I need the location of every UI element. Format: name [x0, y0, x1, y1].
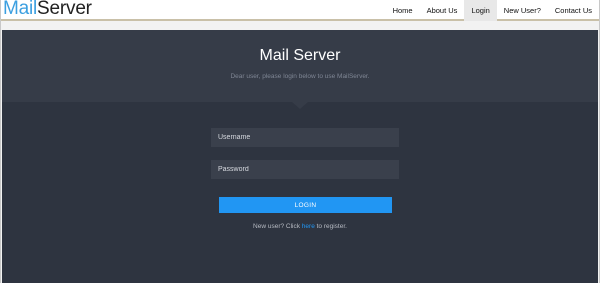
brand-server: Server [37, 0, 92, 19]
nav-new-user[interactable]: New User? [497, 0, 548, 21]
nav-links: Home About Us Login New User? Contact Us [386, 0, 599, 21]
nav-login[interactable]: Login [464, 0, 497, 21]
register-suffix: to register. [314, 223, 347, 230]
register-link[interactable]: here [302, 223, 315, 230]
login-button[interactable]: LOGIN [219, 197, 392, 213]
main-section: Mail Server Dear user, please login belo… [2, 30, 598, 283]
hero-pointer [292, 102, 308, 109]
register-prefix: New user? Click [253, 223, 302, 230]
nav-contact-us[interactable]: Contact Us [548, 0, 599, 21]
nav-about-us[interactable]: About Us [420, 0, 465, 21]
nav-home[interactable]: Home [386, 0, 420, 21]
page-title: Mail Server [259, 47, 341, 64]
navbar: MailServer Home About Us Login New User?… [1, 0, 599, 21]
brand-mail: Mail [3, 0, 38, 19]
username-input[interactable] [211, 128, 399, 147]
page-subtitle: Dear user, please login below to use Mai… [230, 73, 370, 80]
page: MailServer Home About Us Login New User?… [0, 0, 600, 283]
register-text: New user? Click here to register. [2, 223, 598, 230]
password-input[interactable] [211, 160, 399, 179]
hero-banner: Mail Server Dear user, please login belo… [2, 30, 598, 102]
brand-logo[interactable]: MailServer [3, 0, 92, 20]
